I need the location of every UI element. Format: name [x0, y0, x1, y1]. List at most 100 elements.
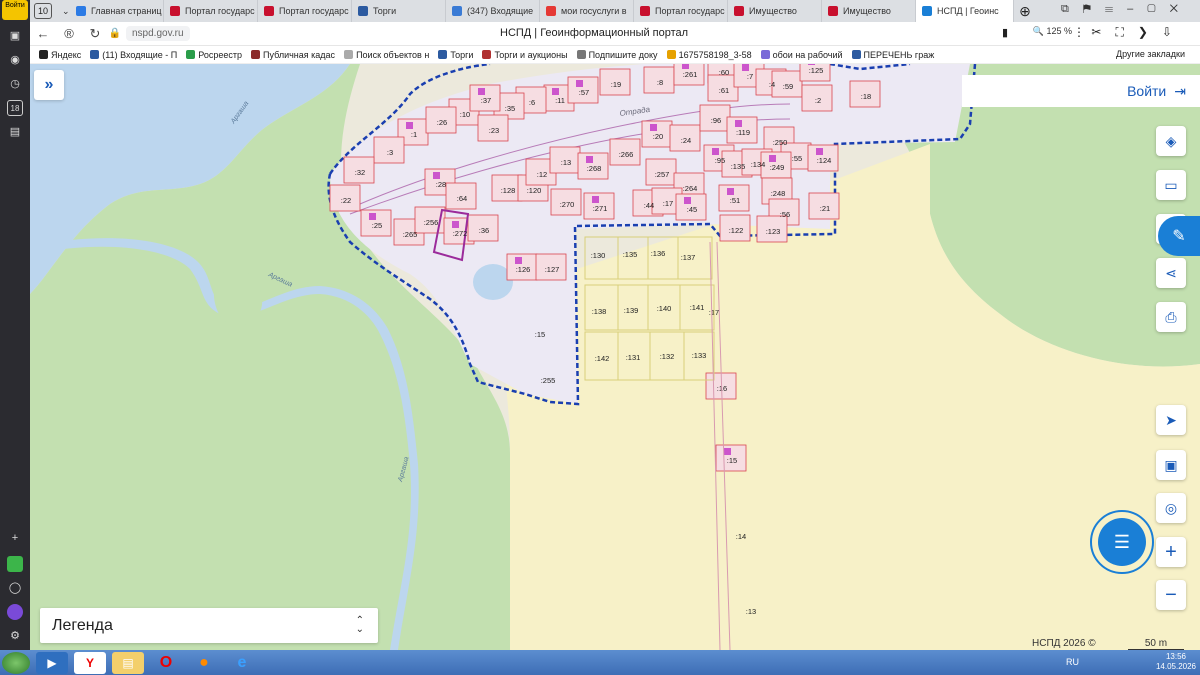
parcel-label[interactable]: :19	[611, 80, 621, 89]
parcel-label[interactable]: :13	[746, 607, 756, 616]
parcel-label[interactable]: :51	[730, 196, 740, 205]
map-view[interactable]: :1:3:10:11:6:35:57:19:8:261:60:61:7:4:59…	[30, 64, 1200, 650]
parcel-label[interactable]: :264	[683, 184, 698, 193]
new-tab-icon[interactable]: ⊕	[1014, 3, 1036, 20]
other-bookmarks[interactable]: Другие закладки	[1116, 49, 1185, 59]
tab-1[interactable]: Портал государс	[164, 0, 258, 22]
parcel-label[interactable]: :130	[591, 251, 606, 260]
tab-7[interactable]: Имущество	[728, 0, 822, 22]
parcel-label[interactable]: :26	[437, 118, 447, 127]
tab-3[interactable]: Торги	[352, 0, 446, 22]
parcel-label[interactable]: :44	[644, 201, 654, 210]
bookmark-item[interactable]: Торги и аукционы	[482, 50, 568, 60]
ie-icon[interactable]: e	[226, 652, 258, 674]
parcel-label[interactable]: :270	[560, 200, 575, 209]
parcel-label[interactable]: :255	[541, 376, 556, 385]
parcel-label[interactable]: :7	[747, 72, 753, 81]
parcel-label[interactable]: :12	[537, 170, 547, 179]
parcel-label[interactable]: :261	[683, 70, 698, 79]
parcel-label[interactable]: :14	[736, 532, 746, 541]
parcel-label[interactable]: :21	[820, 204, 830, 213]
parcel-label[interactable]: :272	[453, 229, 468, 238]
parcel-label[interactable]: :57	[579, 88, 589, 97]
parcel-label[interactable]: :119	[736, 128, 750, 137]
parcel-label[interactable]: :17	[663, 199, 673, 208]
history-icon[interactable]: ◷	[7, 76, 23, 92]
parcel-label[interactable]: :256	[424, 218, 439, 227]
url-field[interactable]: nspd.gov.ru	[126, 26, 190, 41]
map-canvas[interactable]: :1:3:10:11:6:35:57:19:8:261:60:61:7:4:59…	[30, 64, 1200, 650]
parcel-label[interactable]: :135	[731, 162, 746, 171]
bookmark-item[interactable]: Поиск объектов н	[344, 50, 429, 60]
parcel-label[interactable]: :18	[861, 92, 871, 101]
parcel-label[interactable]: :257	[655, 170, 670, 179]
zoom-level[interactable]: 🔍 125 %	[1033, 26, 1072, 37]
assistant-side-icon[interactable]: ✎	[1158, 216, 1200, 256]
parcel-label[interactable]: :131	[626, 353, 641, 362]
parcel-label[interactable]: :60	[719, 68, 729, 77]
parcel-label[interactable]: :265	[403, 230, 418, 239]
bookmark-item[interactable]: обои на рабочий	[760, 50, 843, 60]
parcel-label[interactable]: :61	[719, 86, 729, 95]
assistant-icon[interactable]	[7, 604, 23, 620]
parcel-label[interactable]: :96	[711, 116, 721, 125]
parcel-label[interactable]: :3	[387, 148, 393, 157]
calendar-icon[interactable]: 18	[7, 100, 23, 116]
login-button[interactable]: Войти ⇥	[962, 75, 1200, 107]
parcel-label[interactable]: :37	[481, 96, 491, 105]
bookmark-item[interactable]: (11) Входящие - П	[90, 50, 177, 60]
collections-icon[interactable]: ▣	[7, 28, 23, 44]
parcel-label[interactable]: :95	[715, 156, 725, 165]
parcel-label[interactable]: :32	[355, 168, 365, 177]
parcel-label[interactable]: :10	[460, 110, 470, 119]
bookmark-item[interactable]: Яндекс	[39, 50, 81, 60]
play-icon[interactable]: ◉	[7, 52, 23, 68]
parcel-label[interactable]: :24	[681, 136, 691, 145]
tab-5[interactable]: мои госуслуги в	[540, 0, 634, 22]
chevron-down-icon[interactable]: ⌄	[56, 0, 70, 22]
tab-6[interactable]: Портал государс	[634, 0, 728, 22]
parcel-label[interactable]: :268	[587, 164, 602, 173]
start-button[interactable]	[2, 651, 30, 674]
parcel-label[interactable]: :64	[457, 194, 467, 203]
parcel-label[interactable]: :122	[729, 226, 744, 235]
print-icon[interactable]: ⎙	[1156, 302, 1186, 332]
parcel-label[interactable]: :25	[372, 221, 382, 230]
parcel-label[interactable]: :36	[479, 226, 489, 235]
parcel-label[interactable]: :1	[411, 130, 417, 139]
parcel-label[interactable]: :138	[592, 307, 607, 316]
share-icon[interactable]: ⋖	[1156, 258, 1186, 288]
geolocation-icon[interactable]: ◎	[1156, 493, 1186, 523]
bookmark-item[interactable]: 1675758198_3-58	[666, 50, 752, 60]
bookmark-icon[interactable]: ▮	[1002, 26, 1008, 39]
extensions-icons[interactable]: ✂⛶❯⇩	[1091, 25, 1186, 40]
language-indicator[interactable]: RU	[1066, 657, 1079, 667]
add-icon[interactable]: +	[7, 530, 23, 546]
ruler-icon[interactable]: ▭	[1156, 170, 1186, 200]
tab-9[interactable]: НСПД | Геоинс	[916, 0, 1014, 22]
parcel-label[interactable]: :135	[623, 250, 638, 259]
yandex-logo[interactable]: Войти	[2, 0, 28, 20]
app-green-icon[interactable]	[7, 556, 23, 572]
parcel-label[interactable]: :136	[651, 249, 666, 258]
parcel-label[interactable]: :141	[690, 303, 705, 312]
alice-icon[interactable]: ◯	[7, 580, 23, 596]
bookmark-item[interactable]: ПЕРЕЧЕНЬ граж	[851, 50, 934, 60]
bookmark-item[interactable]: Торги	[438, 50, 473, 60]
parcel-label[interactable]: :28	[436, 180, 446, 189]
tab-4[interactable]: (347) Входящие	[446, 0, 540, 22]
tab-8[interactable]: Имущество	[822, 0, 916, 22]
tab-count-badge[interactable]: 10	[34, 3, 52, 19]
parcel-label[interactable]: :249	[770, 163, 785, 172]
zoom-out-button[interactable]: −	[1156, 580, 1186, 610]
yandex-browser-icon[interactable]: Y	[74, 651, 106, 674]
chat-button[interactable]: ☰	[1090, 510, 1154, 574]
window-controls[interactable]: ⧉⚑☰–▢✕	[1061, 3, 1192, 16]
parcel-label[interactable]: :142	[595, 354, 610, 363]
bookmark-item[interactable]: Подпишите доку	[576, 50, 658, 60]
parcel-label[interactable]: :139	[624, 306, 639, 315]
tab-0[interactable]: Главная страниц	[70, 0, 164, 22]
parcel-label[interactable]: :266	[619, 150, 634, 159]
parcel-label[interactable]: :59	[783, 82, 793, 91]
tab-2[interactable]: Портал государс	[258, 0, 352, 22]
